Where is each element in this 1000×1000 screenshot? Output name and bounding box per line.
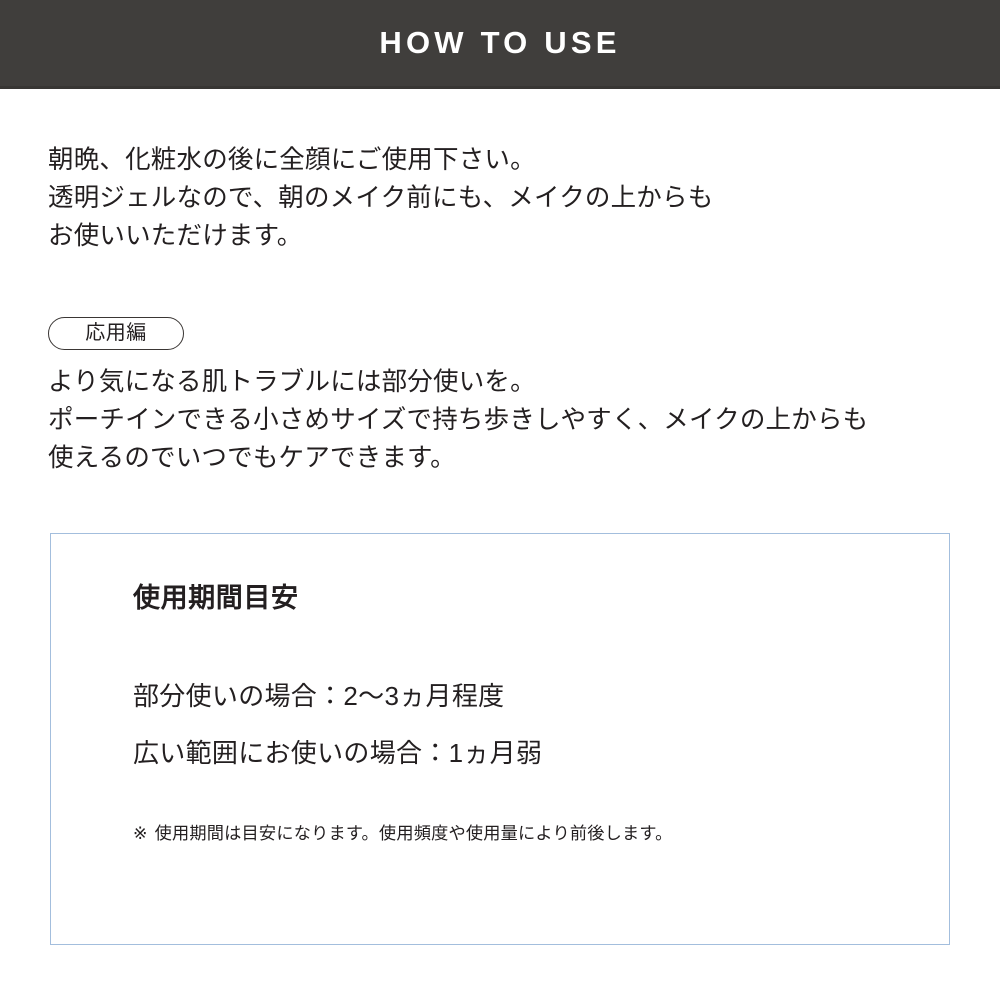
- usage-period-heading: 使用期間目安: [133, 583, 299, 613]
- advanced-section-badge: 応用編: [48, 317, 184, 350]
- advanced-paragraph: より気になる肌トラブルには部分使いを。 ポーチインできる小さめサイズで持ち歩きし…: [48, 363, 868, 477]
- list-item: 部分使いの場合：2〜3ヵ月程度: [133, 681, 505, 711]
- advanced-badge-container: 応用編: [48, 317, 184, 350]
- list-item: 広い範囲にお使いの場合：1ヵ月弱: [133, 738, 543, 768]
- advanced-line-2: ポーチインできる小さめサイズで持ち歩きしやすく、メイクの上からも: [48, 406, 869, 434]
- intro-line-3: お使いいただけます。: [48, 222, 303, 250]
- reference-mark-icon: ※: [133, 823, 148, 843]
- usage-period-footnote-text: 使用期間は目安になります。使用頻度や使用量により前後します。: [154, 823, 673, 843]
- advanced-line-1: より気になる肌トラブルには部分使いを。: [48, 368, 536, 396]
- page-header-bar: HOW TO USE: [0, 0, 1000, 89]
- usage-period-box: 使用期間目安 部分使いの場合：2〜3ヵ月程度 広い範囲にお使いの場合：1ヵ月弱 …: [50, 533, 950, 945]
- usage-period-footnote: ※ 使用期間は目安になります。使用頻度や使用量により前後します。: [133, 821, 672, 845]
- intro-line-2: 透明ジェルなので、朝のメイク前にも、メイクの上からも: [48, 184, 714, 212]
- advanced-line-3: 使えるのでいつでもケアできます。: [48, 444, 456, 472]
- intro-line-1: 朝晩、化粧水の後に全顔にご使用下さい。: [48, 146, 536, 174]
- page-title: HOW TO USE: [379, 24, 621, 60]
- content-area: 朝晩、化粧水の後に全顔にご使用下さい。 透明ジェルなので、朝のメイク前にも、メイ…: [0, 89, 1000, 1000]
- usage-period-list: 部分使いの場合：2〜3ヵ月程度 広い範囲にお使いの場合：1ヵ月弱: [133, 668, 542, 782]
- intro-paragraph: 朝晩、化粧水の後に全顔にご使用下さい。 透明ジェルなので、朝のメイク前にも、メイ…: [48, 141, 713, 255]
